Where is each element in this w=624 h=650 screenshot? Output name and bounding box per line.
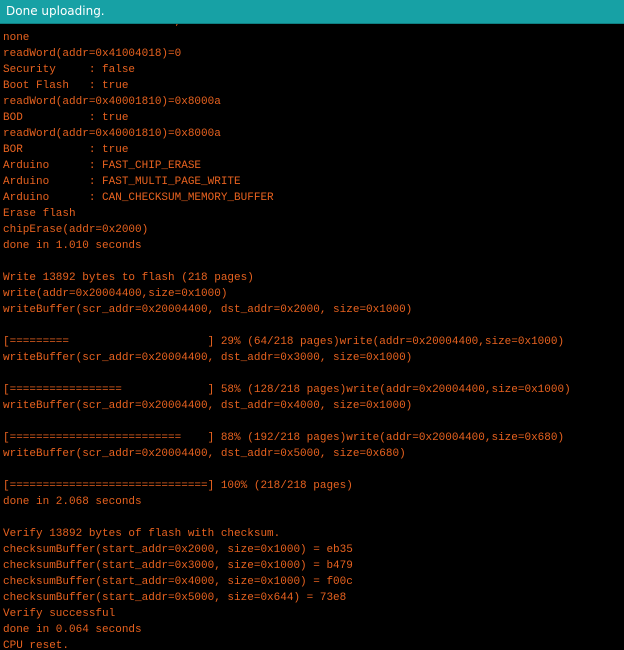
console-line: [================= ] 58% (128/218 pages)… — [3, 384, 571, 396]
console-line: BOD : true — [3, 112, 129, 124]
console-line: done in 2.068 seconds — [3, 496, 142, 508]
console-line: Boot Flash : true — [3, 80, 129, 92]
console-line: Security : false — [3, 64, 136, 76]
console-line: done in 1.010 seconds — [3, 240, 142, 252]
console-line: Write 13892 bytes to flash (218 pages) — [3, 272, 254, 284]
console-line: checksumBuffer(start_addr=0x3000, size=0… — [3, 560, 353, 572]
console-output[interactable]: Automatic Reset 0x40001810, enablednoner… — [0, 24, 624, 650]
console-line: [========= ] 29% (64/218 pages)write(add… — [3, 336, 565, 348]
console-line: writeBuffer(scr_addr=0x20004400, dst_add… — [3, 400, 413, 412]
console-line: write(addr=0x20004400,size=0x1000) — [3, 288, 228, 300]
console-line: writeBuffer(scr_addr=0x20004400, dst_add… — [3, 448, 406, 460]
console-line: Verify 13892 bytes of flash with checksu… — [3, 528, 281, 540]
console-line: done in 0.064 seconds — [3, 624, 142, 636]
console-line: checksumBuffer(start_addr=0x5000, size=0… — [3, 592, 347, 604]
console-line: writeBuffer(scr_addr=0x20004400, dst_add… — [3, 352, 413, 364]
console-line: Arduino : FAST_MULTI_PAGE_WRITE — [3, 176, 241, 188]
console-line: Arduino : FAST_CHIP_ERASE — [3, 160, 202, 172]
console-line: checksumBuffer(start_addr=0x2000, size=0… — [3, 544, 353, 556]
console-line: chipErase(addr=0x2000) — [3, 224, 149, 236]
console-line: [========================== ] 88% (192/2… — [3, 432, 565, 444]
console-line: Erase flash — [3, 208, 76, 220]
console-line: none — [3, 32, 30, 44]
console-line: [==============================] 100% (2… — [3, 480, 353, 492]
console-line: Arduino : CAN_CHECKSUM_MEMORY_BUFFER — [3, 192, 274, 204]
console-line: readWord(addr=0x40001810)=0x8000a — [3, 96, 221, 108]
console-line: writeBuffer(scr_addr=0x20004400, dst_add… — [3, 304, 413, 316]
console-line: readWord(addr=0x40001810)=0x8000a — [3, 128, 221, 140]
upload-status-bar: Done uploading. — [0, 0, 624, 24]
console-line: checksumBuffer(start_addr=0x4000, size=0… — [3, 576, 353, 588]
console-line: CPU reset. — [3, 640, 70, 650]
console-line: readWord(addr=0x41004018)=0 — [3, 48, 182, 60]
console-log: Automatic Reset 0x40001810, enablednoner… — [3, 24, 624, 650]
console-line: BOR : true — [3, 144, 129, 156]
console-line: Verify successful — [3, 608, 116, 620]
upload-status-text: Done uploading. — [6, 4, 105, 18]
